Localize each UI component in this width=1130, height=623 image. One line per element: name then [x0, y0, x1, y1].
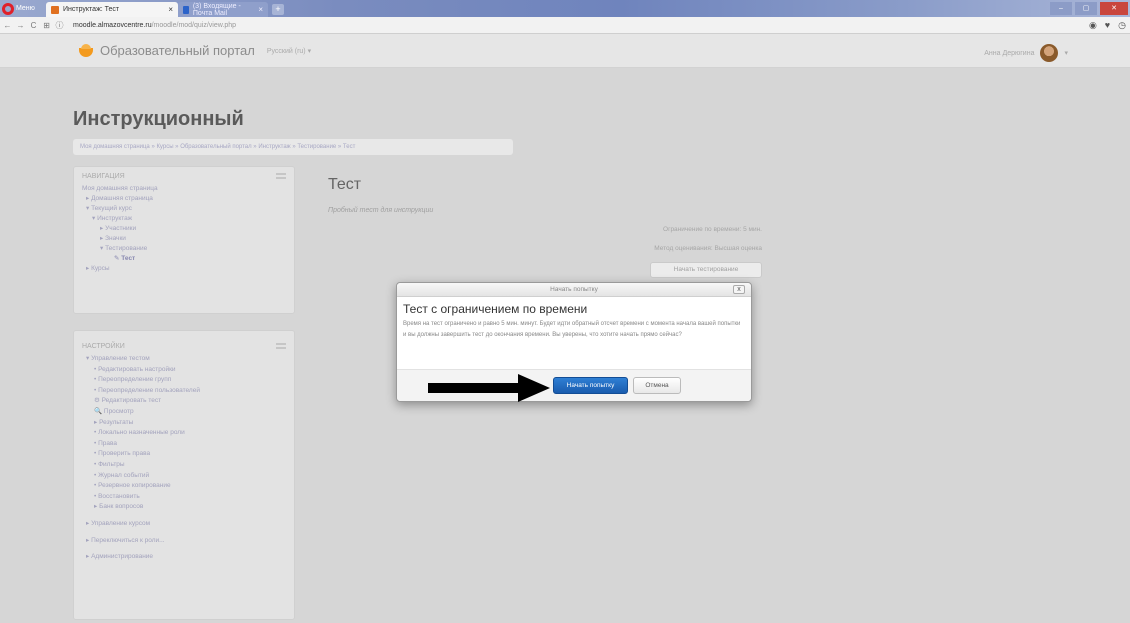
browser-menu-button[interactable]: Меню — [2, 1, 44, 16]
address-bar: ← → C ⊞ ⓘ moodle.almazovcentre.ru/moodle… — [0, 17, 1130, 34]
tab-title: Инструктаж: Тест — [63, 6, 120, 13]
settings-item[interactable]: • Переопределение групп — [82, 375, 294, 386]
dialog-message: Время на тест ограничено и равно 5 мин. … — [403, 321, 741, 338]
close-window-button[interactable]: ✕ — [1100, 2, 1128, 15]
user-menu[interactable]: Анна Дерюгина ▾ — [984, 44, 1068, 62]
site-info-icon[interactable]: ⓘ — [54, 20, 65, 31]
window-controls: – ▢ ✕ — [1050, 0, 1130, 17]
settings-item[interactable]: ▸ Результаты — [82, 418, 294, 429]
url-field[interactable]: moodle.almazovcentre.ru/moodle/mod/quiz/… — [73, 22, 236, 29]
url-path: /moodle/mod/quiz/view.php — [151, 21, 237, 29]
settings-item[interactable]: • Переопределение пользователей — [82, 386, 294, 397]
nav-item-badges[interactable]: ▸ Значки — [82, 234, 294, 244]
settings-item[interactable]: ▸ Банк вопросов — [82, 502, 294, 513]
opera-logo-icon — [2, 2, 14, 15]
settings-item[interactable]: • Проверить права — [82, 449, 294, 460]
navigation-block: НАВИГАЦИЯ Моя домашняя страница ▸ Домашн… — [73, 166, 295, 314]
heart-icon[interactable]: ♥ — [1105, 20, 1110, 31]
nav-item-quiz-label: Тест — [121, 255, 136, 262]
history-icon[interactable]: ◷ — [1118, 20, 1126, 31]
time-limit-info: Ограничение по времени: 5 мин. — [663, 226, 762, 233]
close-icon[interactable]: x — [733, 285, 745, 294]
site-name: Образовательный портал — [100, 43, 255, 58]
extension-icon[interactable]: ◉ — [1089, 20, 1097, 31]
block-title: НАВИГАЦИЯ — [82, 173, 125, 180]
dock-icon[interactable] — [276, 343, 286, 349]
cancel-button[interactable]: Отмена — [633, 377, 681, 394]
moodle-favicon-icon — [51, 5, 59, 14]
settings-item[interactable]: ⚙ Редактировать тест — [82, 396, 294, 407]
quiz-intro: Пробный тест для инструкции — [328, 207, 434, 214]
tab-close-icon[interactable]: × — [258, 5, 263, 14]
breadcrumb[interactable]: Моя домашняя страница » Курсы » Образова… — [73, 139, 513, 155]
settings-item[interactable]: ▾ Управление тестом — [82, 354, 294, 365]
user-name: Анна Дерюгина — [984, 49, 1035, 57]
reload-icon[interactable]: C — [28, 21, 39, 30]
moodle-hat-icon — [78, 43, 94, 58]
settings-item[interactable]: • Журнал событий — [82, 471, 294, 482]
dialog-header-title: Начать попытку — [550, 286, 598, 293]
nav-item-current-course[interactable]: ▾ Текущий курс — [82, 204, 294, 214]
nav-item-quiz[interactable]: ✎ Тест — [82, 254, 294, 264]
new-tab-button[interactable]: + — [272, 4, 284, 15]
language-menu[interactable]: Русский (ru) ▾ — [267, 47, 311, 55]
tab-quiz[interactable]: Инструктаж: Тест × — [46, 2, 178, 17]
settings-item[interactable]: 🔍 Просмотр — [82, 407, 294, 418]
url-host: moodle.almazovcentre.ru — [73, 21, 152, 29]
toolbar-icons: ◉ ♥ ◷ — [1089, 20, 1126, 31]
settings-item[interactable]: • Резервное копирование — [82, 481, 294, 492]
minimize-button[interactable]: – — [1050, 2, 1072, 15]
settings-item[interactable]: • Редактировать настройки — [82, 365, 294, 376]
back-icon[interactable]: ← — [2, 21, 13, 30]
settings-item[interactable]: ▸ Управление курсом — [82, 519, 294, 530]
browser-menu-label: Меню — [16, 5, 35, 12]
nav-item-testing[interactable]: ▾ Тестирование — [82, 244, 294, 254]
nav-item-courses[interactable]: ▸ Курсы — [82, 264, 294, 274]
browser-tab-bar: Меню Инструктаж: Тест × (3) Входящие - П… — [0, 0, 1130, 17]
nav-item-home[interactable]: ▸ Домашняя страница — [82, 194, 294, 204]
block-title: НАСТРОЙКИ — [82, 343, 125, 350]
page-title: Инструкционный — [73, 108, 244, 130]
nav-item-course[interactable]: ▾ Инструктаж — [82, 214, 294, 224]
settings-tree: ▾ Управление тестом • Редактировать наст… — [74, 354, 294, 563]
start-attempt-button[interactable]: Начать попытку — [553, 377, 628, 394]
tab-title: (3) Входящие - Почта Mail — [192, 2, 241, 17]
settings-item[interactable]: • Фильтры — [82, 460, 294, 471]
settings-block: НАСТРОЙКИ ▾ Управление тестом • Редактир… — [73, 330, 295, 620]
quiz-title: Тест — [328, 176, 362, 193]
dialog-title: Тест с ограничением по времени — [403, 302, 588, 316]
settings-item[interactable]: ▸ Администрирование — [82, 552, 294, 563]
avatar — [1040, 44, 1059, 62]
nav-item-participants[interactable]: ▸ Участники — [82, 224, 294, 234]
tab-mail[interactable]: (3) Входящие - Почта Mail × — [178, 2, 268, 17]
nav-item-dashboard[interactable]: Моя домашняя страница — [82, 184, 294, 194]
site-brand[interactable]: Образовательный портал Русский (ru) ▾ — [78, 43, 311, 58]
navigation-tree: Моя домашняя страница ▸ Домашняя страниц… — [74, 184, 294, 274]
grading-method-info: Метод оценивания: Высшая оценка — [654, 245, 762, 252]
settings-item[interactable]: ▸ Переключиться к роли... — [82, 536, 294, 547]
tab-close-icon[interactable]: × — [168, 5, 173, 14]
maximize-button[interactable]: ▢ — [1075, 2, 1097, 15]
mail-favicon-icon — [183, 5, 189, 14]
dialog-header: Начать попытку x — [397, 283, 751, 297]
settings-item[interactable]: • Локально назначенные роли — [82, 428, 294, 439]
dock-icon[interactable] — [276, 173, 286, 179]
start-quiz-button[interactable]: Начать тестирование — [650, 262, 762, 278]
speed-dial-icon[interactable]: ⊞ — [41, 21, 52, 30]
chevron-down-icon: ▾ — [1064, 50, 1068, 57]
forward-icon[interactable]: → — [15, 21, 26, 30]
settings-item[interactable]: • Восстановить — [82, 492, 294, 503]
pointer-arrow-icon — [428, 374, 550, 402]
settings-item[interactable]: • Права — [82, 439, 294, 450]
site-header: Образовательный портал Русский (ru) ▾ Ан… — [0, 34, 1130, 68]
